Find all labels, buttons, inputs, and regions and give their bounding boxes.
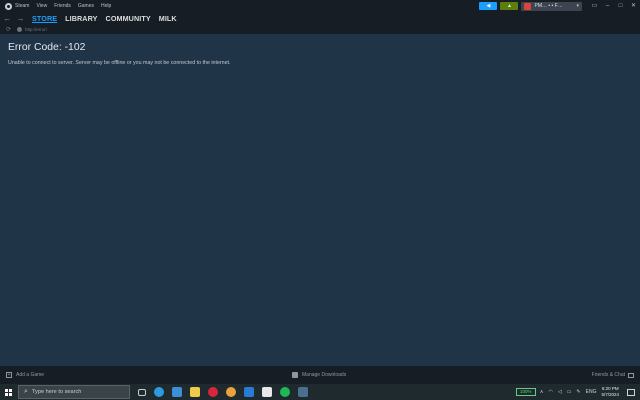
- system-tray: 100% ∧ ◠ ◁ ▭ ✎ ENG 6:20 PM 5/7/2024: [515, 384, 640, 400]
- maximize-button[interactable]: □: [614, 0, 627, 12]
- minimize-button[interactable]: –: [601, 0, 614, 12]
- opera-icon[interactable]: [208, 387, 218, 397]
- manage-downloads-label: Manage Downloads: [302, 372, 347, 378]
- menu-bar: Steam View Friends Games Help: [0, 0, 118, 12]
- avatar: [524, 2, 532, 10]
- windows-taskbar: ⌕ Type here to search 100% ∧ ◠ ◁ ▭ ✎ ENG…: [0, 384, 640, 400]
- manage-downloads-button[interactable]: Manage Downloads: [292, 366, 346, 384]
- menu-help[interactable]: Help: [101, 0, 111, 12]
- menu-friends[interactable]: Friends: [54, 0, 71, 12]
- url-text[interactable]: http://error/: [25, 27, 47, 32]
- start-button[interactable]: [2, 384, 14, 400]
- big-picture-icon[interactable]: ▭: [588, 0, 601, 12]
- friends-chat-button[interactable]: Friends & Chat: [592, 366, 634, 384]
- search-icon: ⌕: [24, 388, 28, 395]
- title-bar: Steam View Friends Games Help ◀ ▲ PM… • …: [0, 0, 640, 12]
- add-game-button[interactable]: + Add a Game: [6, 372, 44, 378]
- forward-arrow-icon[interactable]: →: [15, 14, 26, 23]
- clock[interactable]: 6:20 PM 5/7/2024: [601, 386, 619, 398]
- windows-logo-icon: [4, 388, 12, 396]
- menu-view[interactable]: View: [36, 0, 47, 12]
- announcements-button[interactable]: ◀: [479, 2, 498, 10]
- error-title: Error Code: -102: [8, 42, 86, 53]
- pen-icon[interactable]: ✎: [576, 389, 580, 395]
- tab-profile[interactable]: MILK: [159, 14, 177, 23]
- outlook-icon[interactable]: [244, 387, 254, 397]
- bottom-bar: + Add a Game Manage Downloads Friends & …: [0, 366, 640, 384]
- header-actions: ◀ ▲ PM… • • F… ▾ ▭ – □ ✕: [479, 0, 640, 12]
- gmail-icon[interactable]: [262, 387, 272, 397]
- photos-icon[interactable]: [172, 387, 182, 397]
- wifi-icon[interactable]: ◠: [548, 389, 552, 395]
- tab-community[interactable]: COMMUNITY: [106, 14, 151, 23]
- taskbar-search-input[interactable]: ⌕ Type here to search: [18, 385, 130, 399]
- language-indicator[interactable]: ENG: [586, 389, 597, 395]
- notification-center-icon[interactable]: [627, 388, 635, 396]
- file-explorer-icon[interactable]: [190, 387, 200, 397]
- globe-icon: [17, 26, 23, 32]
- menu-games[interactable]: Games: [78, 0, 94, 12]
- megaphone-icon: ◀: [486, 3, 491, 9]
- tab-library[interactable]: LIBRARY: [65, 14, 97, 23]
- spotify-icon[interactable]: [280, 387, 290, 397]
- battery-indicator[interactable]: 100%: [515, 388, 536, 396]
- battery-icon[interactable]: ▭: [567, 389, 572, 395]
- account-menu[interactable]: PM… • • F… ▾: [521, 1, 582, 11]
- plus-icon: +: [6, 372, 12, 378]
- tab-store[interactable]: STORE: [32, 14, 57, 23]
- steam-window: Steam View Friends Games Help ◀ ▲ PM… • …: [0, 0, 640, 400]
- chevron-down-icon: ▾: [576, 3, 579, 9]
- friends-chat-label: Friends & Chat: [591, 372, 625, 378]
- account-name: PM… • • F…: [534, 3, 563, 9]
- notifications-button[interactable]: ▲: [500, 2, 519, 10]
- chat-icon: [628, 372, 634, 378]
- nav-bar: ← → STORE LIBRARY COMMUNITY MILK: [0, 12, 640, 24]
- download-icon: [292, 372, 298, 378]
- steam-taskbar-icon[interactable]: [298, 387, 308, 397]
- error-message: Unable to connect to server. Server may …: [8, 60, 231, 66]
- bell-icon: ▲: [507, 3, 512, 9]
- search-placeholder: Type here to search: [31, 389, 82, 395]
- back-arrow-icon[interactable]: ←: [2, 14, 13, 23]
- edge-icon[interactable]: [154, 387, 164, 397]
- menu-steam[interactable]: Steam: [15, 0, 29, 12]
- chrome-icon[interactable]: [226, 387, 236, 397]
- chevron-up-icon[interactable]: ∧: [540, 389, 544, 395]
- task-view-icon[interactable]: [138, 388, 146, 396]
- clock-date: 5/7/2024: [601, 392, 619, 397]
- add-game-label: Add a Game: [16, 372, 45, 378]
- error-page: Error Code: -102 Unable to connect to se…: [0, 34, 640, 366]
- volume-icon[interactable]: ◁: [558, 389, 562, 395]
- pinned-apps: [146, 387, 308, 397]
- reload-icon[interactable]: ⟳: [6, 26, 11, 33]
- close-button[interactable]: ✕: [627, 0, 640, 12]
- steam-logo-icon[interactable]: [5, 2, 12, 10]
- url-bar: ⟳ http://error/: [0, 24, 640, 34]
